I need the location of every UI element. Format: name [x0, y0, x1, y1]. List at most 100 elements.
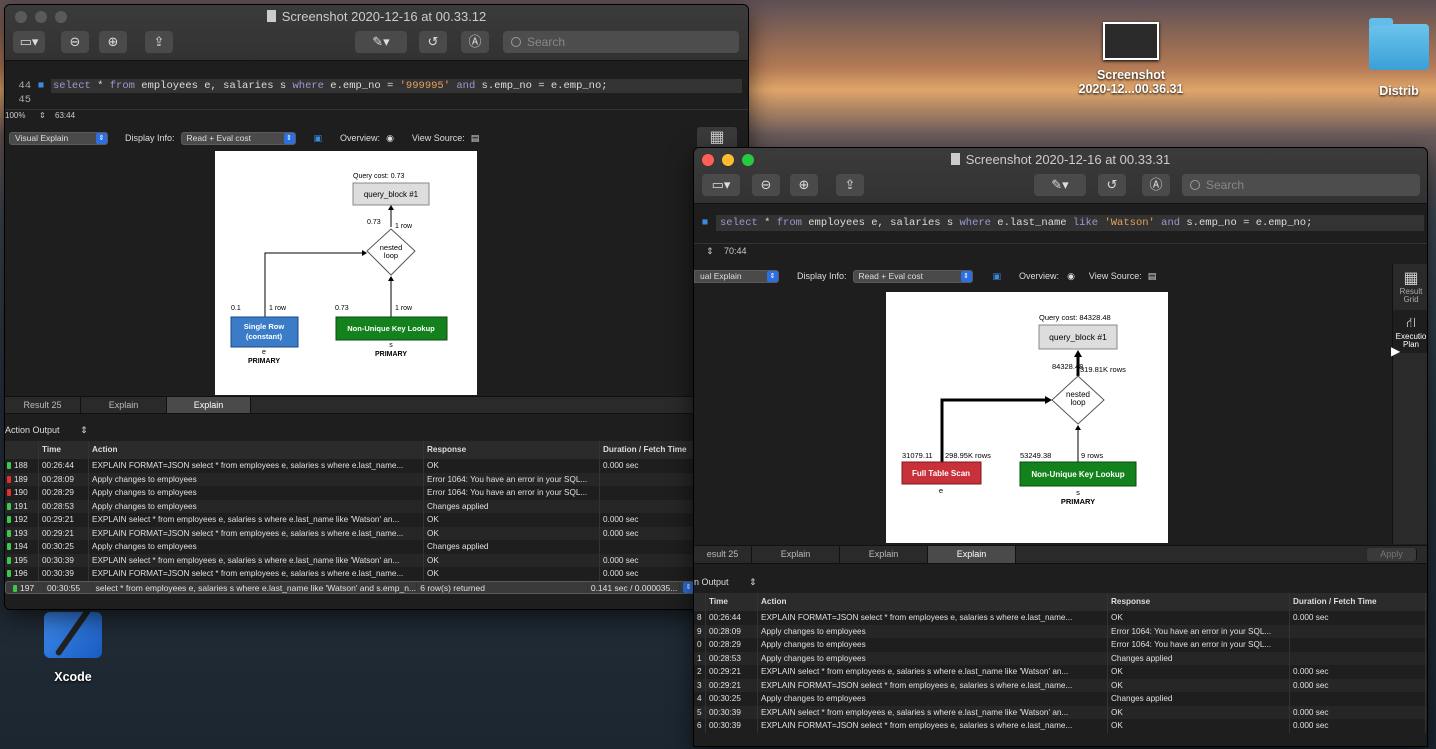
source-icon[interactable]: ▤: [1148, 271, 1157, 282]
zoom-in-button[interactable]: ⊕: [790, 174, 818, 196]
left-table-label: e: [939, 486, 943, 495]
share-button[interactable]: ⇪: [836, 174, 864, 196]
table-cell: 197: [11, 581, 45, 593]
table-row[interactable]: 1 00:28:53 Apply changes to employees Chang…: [694, 651, 1427, 665]
arrow-head: [362, 250, 367, 256]
stepper-icon[interactable]: ⇕: [706, 246, 714, 257]
col-header[interactable]: Duration / Fetch Time: [1290, 593, 1426, 611]
search-input[interactable]: Search: [503, 31, 739, 53]
preview-window-front[interactable]: Screenshot 2020-12-16 at 00.33.31 ▭▾ ⊖ ⊕…: [693, 147, 1428, 747]
source-icon[interactable]: ▤: [471, 133, 480, 144]
apply-button[interactable]: Apply: [1367, 548, 1417, 561]
action-output-label[interactable]: n Output: [694, 577, 729, 587]
save-icon[interactable]: ▣: [314, 133, 323, 144]
desktop-xcode-icon[interactable]: Xcode: [40, 612, 106, 684]
markup-pen-button[interactable]: ✎▾: [1034, 174, 1086, 196]
table-row[interactable]: 188 00:26:44 EXPLAIN FORMAT=JSON select * …: [5, 459, 695, 473]
table-row[interactable]: 195 00:30:39 EXPLAIN select * from employe…: [5, 553, 695, 567]
col-header[interactable]: [5, 441, 39, 459]
share-button[interactable]: ⇪: [145, 31, 173, 53]
tab-explain-active[interactable]: Explain: [167, 397, 251, 413]
col-header[interactable]: Time: [39, 441, 89, 459]
cell-response: OK: [1111, 721, 1123, 730]
table-row[interactable]: 5 00:30:39 EXPLAIN select * from employees…: [694, 705, 1427, 719]
rotate-button[interactable]: ↺: [419, 31, 447, 53]
table-row[interactable]: 189 00:28:09 Apply changes to employees Err…: [5, 472, 695, 486]
table-cell: Error 1064: You have an error in your SQ…: [424, 472, 600, 486]
tab-explain[interactable]: Explain: [752, 546, 840, 563]
view-mode-select[interactable]: ual Explain: [694, 269, 779, 283]
table-row[interactable]: 9 00:28:09 Apply changes to employees Error…: [694, 624, 1427, 638]
search-input[interactable]: Search: [1182, 174, 1420, 196]
eye-icon[interactable]: ◉: [1067, 271, 1075, 282]
col-header[interactable]: Action: [89, 441, 424, 459]
sql-editor[interactable]: ■ select * from employees e, salaries s …: [694, 215, 1427, 231]
stepper-icon[interactable]: ⇕: [80, 425, 88, 435]
visual-explain-canvas[interactable]: Query cost: 84328.48 query_block #1 8432…: [886, 292, 1168, 543]
display-info-select[interactable]: Read + Eval cost: [180, 131, 296, 145]
zoom-out-button[interactable]: ⊖: [61, 31, 89, 53]
tab-result-25[interactable]: esult 25: [694, 546, 752, 563]
tab-explain[interactable]: Explain: [840, 546, 928, 563]
table-row[interactable]: 191 00:28:53 Apply changes to employees Cha…: [5, 499, 695, 513]
col-header[interactable]: [694, 593, 706, 611]
cell-duration: 0.000 sec: [603, 569, 639, 578]
eye-icon[interactable]: ◉: [386, 133, 394, 144]
table-row[interactable]: 3 00:29:21 EXPLAIN FORMAT=JSON select * fr…: [694, 678, 1427, 692]
zoom-out-button[interactable]: ⊖: [752, 174, 780, 196]
sql-statement[interactable]: select * from employees e, salaries s wh…: [716, 215, 1424, 231]
table-cell: Apply changes to employees: [758, 624, 1108, 638]
stepper-icon[interactable]: ⇕: [39, 111, 46, 120]
table-row[interactable]: 194 00:30:25 Apply changes to employees Cha…: [5, 540, 695, 554]
save-icon[interactable]: ▣: [993, 271, 1002, 282]
side-result-grid-label[interactable]: Result Grid: [1393, 288, 1427, 304]
preview-window-back[interactable]: Screenshot 2020-12-16 at 00.33.12 ▭▾ ⊖ ⊕…: [4, 4, 749, 610]
desktop-screenshot-icon[interactable]: Screenshot 2020-12...00.36.31: [1068, 22, 1194, 96]
query-cost-text: Query cost: 84328.48: [1039, 313, 1111, 322]
tab-explain-active[interactable]: Explain: [928, 546, 1016, 563]
table-row[interactable]: 197 00:30:55 select * from employees e, sa…: [5, 580, 695, 594]
cell-n: 2: [697, 667, 702, 676]
sql-statement[interactable]: select * from employees e, salaries s wh…: [51, 79, 742, 93]
display-info-label: Display Info:: [797, 271, 847, 281]
table-row[interactable]: 192 00:29:21 EXPLAIN select * from employe…: [5, 513, 695, 527]
table-row[interactable]: 4 00:30:25 Apply changes to employees Chang…: [694, 692, 1427, 706]
table-row[interactable]: 193 00:29:21 EXPLAIN FORMAT=JSON select * …: [5, 526, 695, 540]
cell-action: EXPLAIN select * from employees e, salar…: [761, 707, 1069, 717]
view-mode-select[interactable]: Visual Explain: [9, 131, 108, 145]
display-info-select[interactable]: Read + Eval cost: [852, 269, 973, 283]
expand-arrow-icon[interactable]: ▶: [1391, 344, 1400, 358]
tab-result-25[interactable]: Result 25: [5, 397, 81, 413]
sql-editor[interactable]: 44 ■ select * from employees e, salaries…: [5, 79, 748, 107]
markup-button[interactable]: Ⓐ: [1142, 174, 1170, 196]
table-row[interactable]: 2 00:29:21 EXPLAIN select * from employees…: [694, 665, 1427, 679]
table-row[interactable]: 196 00:30:39 EXPLAIN FORMAT=JSON select * …: [5, 567, 695, 581]
col-header[interactable]: Action: [758, 593, 1108, 611]
col-header[interactable]: Response: [1108, 593, 1290, 611]
table-row[interactable]: 8 00:26:44 EXPLAIN FORMAT=JSON select * fr…: [694, 611, 1427, 625]
action-output-label[interactable]: Action Output: [5, 425, 60, 435]
table-row[interactable]: 190 00:28:29 Apply changes to employees Err…: [5, 486, 695, 500]
rotate-button[interactable]: ↺: [1098, 174, 1126, 196]
markup-pen-button[interactable]: ✎▾: [355, 31, 407, 53]
zoom-in-button[interactable]: ⊕: [99, 31, 127, 53]
stepper-icon[interactable]: ⇕: [749, 577, 757, 587]
zoom-level[interactable]: 100%: [5, 111, 25, 120]
window-titlebar[interactable]: Screenshot 2020-12-16 at 00.33.12 ▭▾ ⊖ ⊕…: [5, 5, 748, 61]
visual-explain-canvas[interactable]: Query cost: 0.73 query_block #1 0.73 1 r…: [215, 151, 477, 395]
tab-explain[interactable]: Explain: [81, 397, 167, 413]
cursor-position: 63:44: [55, 111, 76, 120]
display-info-label: Display Info:: [125, 133, 175, 143]
col-header[interactable]: Response: [424, 441, 600, 459]
desktop-folder-icon[interactable]: Distrib: [1366, 18, 1432, 98]
arrow-head: [388, 276, 394, 281]
sidebar-toggle-button[interactable]: ▭▾: [13, 31, 45, 53]
result-grid-icon[interactable]: ▦: [1393, 268, 1427, 288]
table-row[interactable]: 0 00:28:29 Apply changes to employees Error…: [694, 638, 1427, 652]
sidebar-toggle-button[interactable]: ▭▾: [702, 174, 740, 196]
col-header[interactable]: Duration / Fetch Time: [600, 441, 695, 459]
table-row[interactable]: 6 00:30:39 EXPLAIN FORMAT=JSON select * fr…: [694, 719, 1427, 733]
col-header[interactable]: Time: [706, 593, 758, 611]
markup-button[interactable]: Ⓐ: [461, 31, 489, 53]
window-titlebar[interactable]: Screenshot 2020-12-16 at 00.33.31 ▭▾ ⊖ ⊕…: [694, 148, 1427, 204]
